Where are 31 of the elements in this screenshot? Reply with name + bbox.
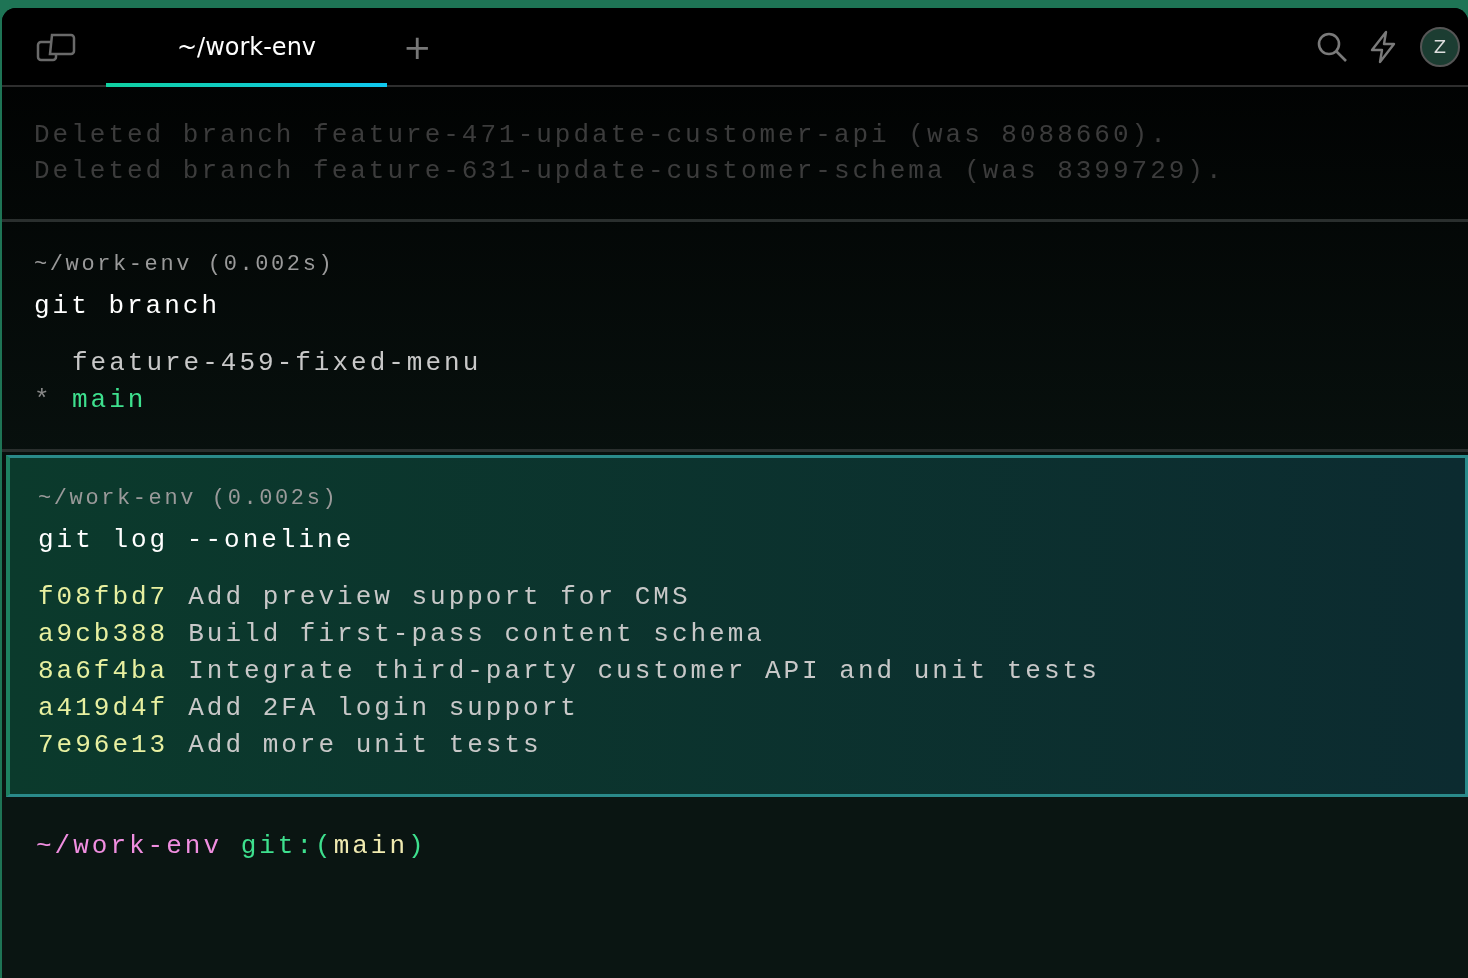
commit-hash: 8a6f4ba [38,656,169,686]
command-text: git branch [34,291,222,321]
command-block[interactable] [6,455,1468,797]
prompt-text: ~/work-env [36,831,223,861]
lightning-icon[interactable] [1368,29,1398,64]
branch-name: main [72,385,147,415]
block-header: ~/work-env (0.002s) [38,486,340,511]
prompt-text: ) [408,831,427,861]
search-icon[interactable] [1316,30,1348,63]
prompt-text: main [333,831,409,861]
tab[interactable]: ~/work-env [106,8,387,87]
commit-hash: a419d4f [38,693,169,723]
split-pane-icon[interactable] [36,31,76,62]
commit-message: Integrate third-party customer API and unit tests [188,656,1100,686]
commit-hash: a9cb388 [38,619,169,649]
output-line: Deleted branch feature-471-update-customer-api (was 8088660). [34,119,1170,152]
output-line: Deleted branch feature-631-update-customer-schema (was 8399729). [34,155,1226,188]
command-text: git log --oneline [38,525,356,555]
commit-message: Build first-pass content schema [188,619,765,649]
current-marker: * [34,384,54,417]
command-block[interactable]: ~/work-env (0.002s) git branch feature-459-fixed-menu * main [2,222,1468,452]
avatar[interactable]: Z [1420,26,1460,67]
new-tab-button[interactable]: + [399,26,436,67]
commit-hash: f08fbd7 [38,582,169,612]
commit-message: Add 2FA login support [188,693,579,723]
commit-hash: 7e96e13 [38,730,169,760]
prompt-text: git:( [239,831,334,861]
commit-message: Add more unit tests [188,730,542,760]
commit-message: Add preview support for CMS [188,582,691,612]
block-header: ~/work-env (0.002s) [34,252,336,277]
branch-name: feature-459-fixed-menu [72,348,482,378]
